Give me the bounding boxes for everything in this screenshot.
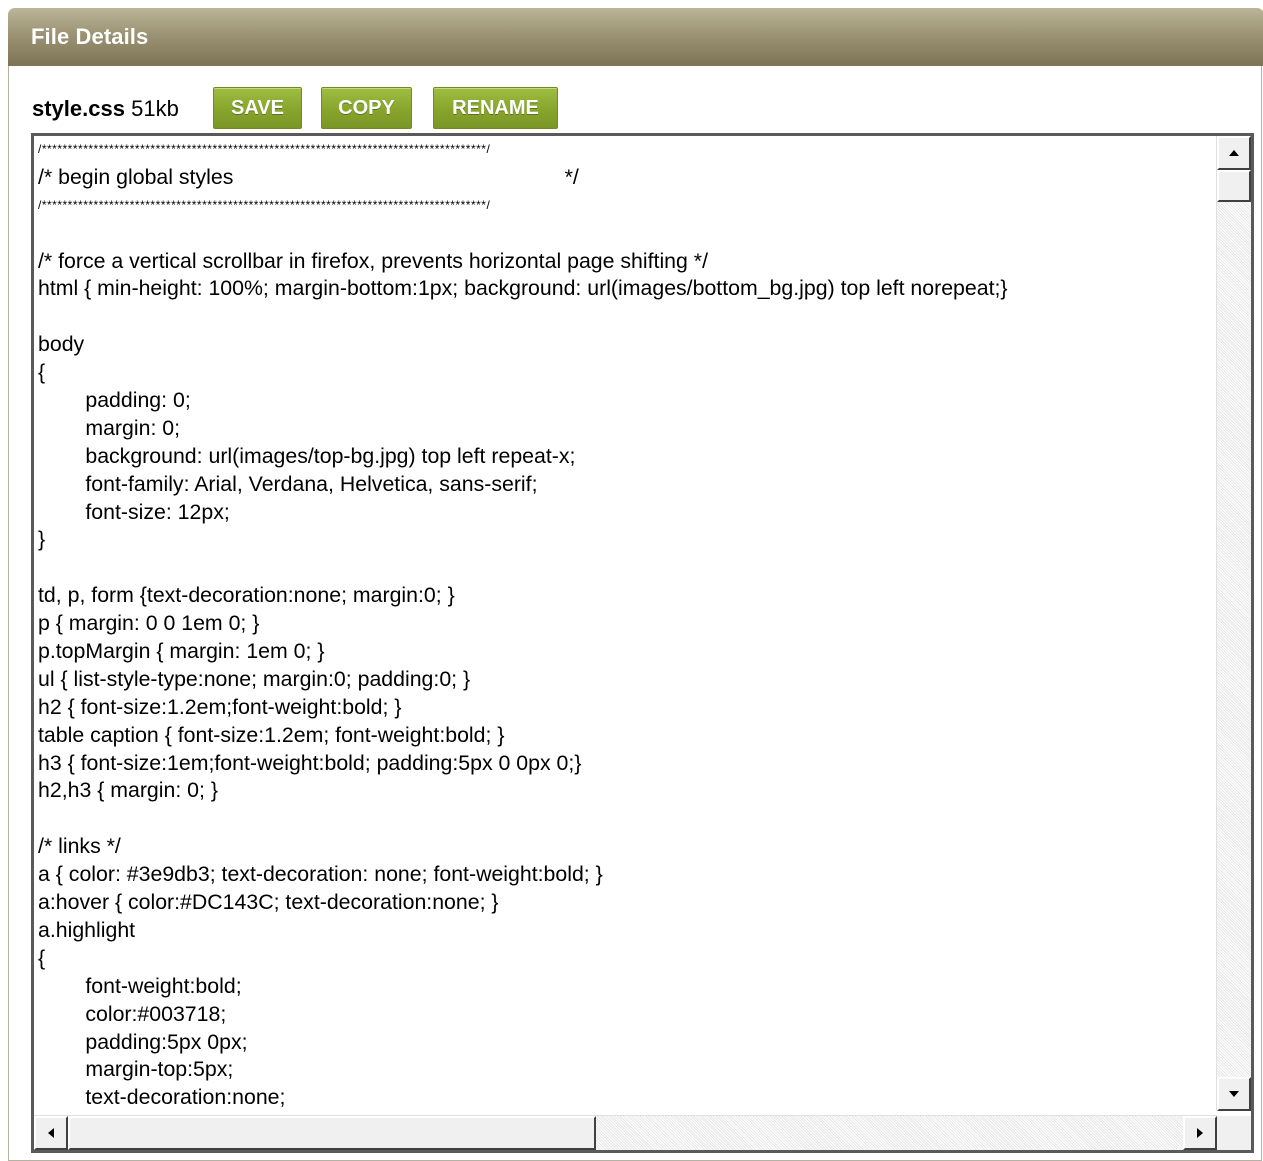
arrow-right-icon [1197, 1128, 1203, 1138]
code-line: /* links */ [38, 834, 121, 859]
code-line: font-size: 12px; [38, 499, 230, 524]
code-editor[interactable]: /***************************************… [31, 133, 1254, 1153]
code-line: { [38, 360, 46, 385]
arrow-up-icon [1229, 150, 1239, 156]
scrollbar-corner [1217, 1116, 1251, 1150]
code-line: h3 { font-size:1em;font-weight:bold; pad… [38, 750, 582, 775]
code-line: color:#003718; [38, 1001, 227, 1026]
arrow-left-icon [48, 1128, 54, 1138]
code-line: padding:5px 0px; [38, 1029, 248, 1054]
code-line: h2 { font-size:1.2em;font-weight:bold; } [38, 694, 402, 719]
file-name: style.css [32, 96, 125, 121]
code-line: h2,h3 { margin: 0; } [38, 778, 218, 803]
horizontal-scroll-thumb[interactable] [68, 1116, 596, 1150]
save-button[interactable]: SAVE [213, 87, 302, 129]
code-line: p.topMargin { margin: 1em 0; } [38, 639, 325, 664]
arrow-down-icon [1229, 1091, 1239, 1097]
horizontal-scrollbar[interactable] [34, 1115, 1217, 1150]
scroll-right-button[interactable] [1183, 1116, 1217, 1150]
code-line: background: url(images/top-bg.jpg) top l… [38, 443, 576, 468]
code-line: padding: 0; [38, 388, 191, 413]
file-size: 51kb [131, 96, 179, 121]
code-line: p { margin: 0 0 1em 0; } [38, 611, 260, 636]
vertical-scrollbar[interactable] [1216, 136, 1251, 1111]
code-line: a { color: #3e9db3; text-decoration: non… [38, 862, 603, 887]
code-line: a:hover { color:#DC143C; text-decoration… [38, 890, 499, 915]
code-line: a.highlight [38, 917, 136, 942]
code-line: td, p, form {text-decoration:none; margi… [38, 583, 455, 608]
file-details-panel: File Details style.css 51kb SAVE COPY RE… [8, 8, 1263, 1161]
panel-title: File Details [31, 24, 149, 49]
code-line: /***************************************… [38, 197, 491, 212]
code-line: /* force a vertical scrollbar in firefox… [38, 248, 708, 273]
code-line: body [38, 332, 85, 357]
code-line: html { min-height: 100%; margin-bottom:1… [38, 276, 1008, 301]
panel-header: File Details [8, 8, 1263, 66]
code-line: margin: 0; [38, 415, 181, 440]
code-line: font-weight:bold; [38, 973, 242, 998]
copy-button[interactable]: COPY [321, 87, 412, 129]
code-line: table caption { font-size:1.2em; font-we… [38, 722, 505, 747]
code-text-area[interactable]: /***************************************… [38, 136, 1218, 1109]
code-line: } [38, 527, 46, 552]
scroll-up-button[interactable] [1217, 136, 1251, 170]
code-line: /* begin global styles */ [38, 164, 579, 189]
rename-button[interactable]: RENAME [433, 87, 558, 129]
code-line: text-decoration:none; [38, 1085, 286, 1109]
scroll-down-button[interactable] [1217, 1077, 1251, 1111]
vertical-scroll-thumb[interactable] [1217, 170, 1251, 202]
code-line: /***************************************… [38, 142, 491, 156]
file-info: style.css 51kb [32, 96, 179, 122]
code-line: { [38, 945, 46, 970]
code-line: margin-top:5px; [38, 1057, 234, 1082]
code-line: ul { list-style-type:none; margin:0; pad… [38, 666, 471, 691]
code-line: font-family: Arial, Verdana, Helvetica, … [38, 471, 538, 496]
scroll-left-button[interactable] [34, 1116, 68, 1150]
